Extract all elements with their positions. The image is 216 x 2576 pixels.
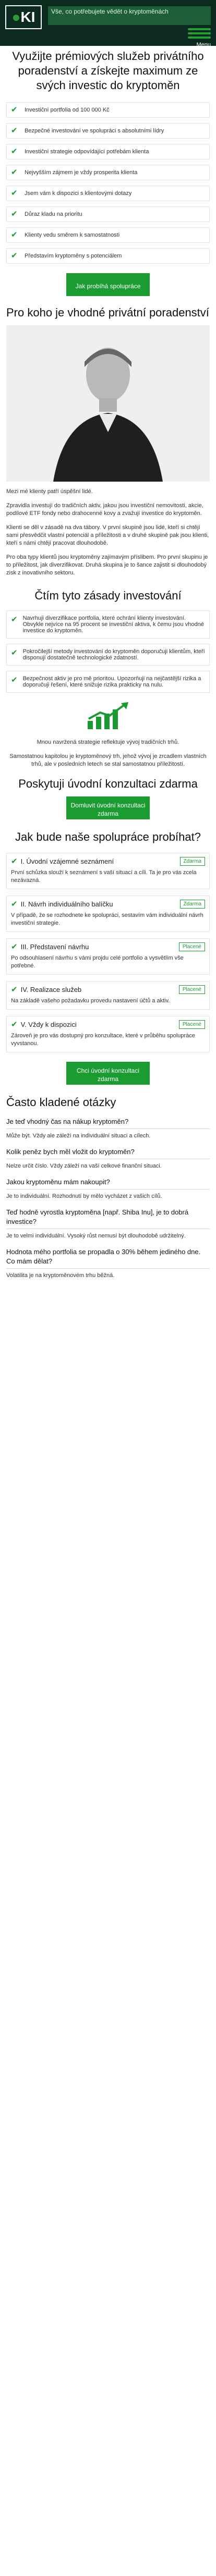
benefit-item: ✔ Jsem vám k dispozici s klientovými dota… <box>6 186 210 201</box>
cooperation-step: ✔ II. Návrh individuálního balíčku Zdarma … <box>6 896 210 932</box>
benefit-item: ✔ Klienty vedu směrem k samostatnosti <box>6 227 210 243</box>
book-consultation-button[interactable]: Domluvit úvodní konzultaci zdarma <box>66 796 150 819</box>
step-badge: Zdarma <box>179 856 205 866</box>
check-circle-icon: ✔ <box>11 1020 18 1029</box>
check-circle-icon: ✔ <box>11 105 18 114</box>
menu-bar-icon <box>188 36 211 39</box>
faq-question[interactable]: Kolik peněz bych měl vložit do kryptoměn… <box>6 1145 210 1159</box>
consultation-title: Poskytuji úvodní konzultaci zdarma <box>18 777 198 790</box>
faq-answer: Nelze určit číslo. Vždy záleží na vaší c… <box>6 1163 162 1169</box>
logo-text: KI <box>20 9 35 25</box>
step-badge: Placené <box>178 985 205 994</box>
step-text: V případě, že se rozhodnete ke spoluprác… <box>11 912 203 926</box>
check-circle-icon: ✔ <box>11 230 18 239</box>
check-circle-icon: ✔ <box>11 676 18 684</box>
consultation-section: Poskytuji úvodní konzultaci zdarma Domlu… <box>0 777 216 819</box>
logo[interactable]: ●KI <box>5 5 42 29</box>
step-header: ✔ III. Představení návrhu Placené <box>7 939 209 954</box>
faq-answer: Je to individuální. Rozhodnutí by mělo v… <box>6 1193 162 1199</box>
principles-section: Čtím tyto zásady investování ✔ Navrhuji d… <box>0 588 216 768</box>
benefit-item: ✔ Důraz kladu na prioritu <box>6 206 210 222</box>
check-circle-icon: ✔ <box>11 168 18 177</box>
intro-caption: Mezi mé klienty patří úspěšní lidé. <box>6 488 93 495</box>
check-circle-icon: ✔ <box>11 126 18 135</box>
site-header: ●KI Vše, co potřebujete vědět o kryptomě… <box>0 0 216 48</box>
check-circle-icon: ✔ <box>11 942 18 951</box>
principles-note: Mnou navržená strategie reflektuje vývoj… <box>37 739 179 745</box>
principle-item: ✔ Bezpečnost aktiv je pro mě prioritou. U… <box>6 671 210 693</box>
step-text: Na základě vašeho požadavku provedu nast… <box>11 998 170 1004</box>
cooperation-section: Jak bude naše spolupráce probíhat? ✔ I. Ú… <box>0 830 216 1085</box>
check-circle-icon: ✔ <box>11 985 18 994</box>
principles-note: Samostatnou kapitolou je kryptoměnový tr… <box>9 753 207 767</box>
faq-section: Často kladené otázky Je teď vhodný čas n… <box>0 1095 216 1280</box>
benefits-list: ✔ Investiční portfolia od 100 000 Kč ✔ Bez… <box>6 102 210 264</box>
check-circle-icon: ✔ <box>11 147 18 156</box>
faq-item[interactable]: Jakou kryptoměnu mám nakoupit? Je to ind… <box>6 1175 210 1200</box>
cooperation-step: ✔ V. Vždy k dispozici Placené Zároveň je p… <box>6 1016 210 1052</box>
faq-question[interactable]: Je teď vhodný čas na nákup kryptoměn? <box>6 1115 210 1129</box>
check-circle-icon: ✔ <box>11 210 18 218</box>
faq-title: Často kladené otázky <box>6 1096 116 1109</box>
benefit-item: ✔ Představím kryptoměny s potenciálem <box>6 248 210 264</box>
step-header: ✔ II. Návrh individuálního balíčku Zdarma <box>7 896 209 912</box>
faq-item[interactable]: Je teď vhodný čas na nákup kryptoměn? Mů… <box>6 1115 210 1140</box>
step-badge: Zdarma <box>179 899 205 909</box>
step-header: ✔ I. Úvodní vzájemné seznámení Zdarma <box>7 853 209 869</box>
step-badge: Placené <box>178 942 205 951</box>
cooperation-step: ✔ III. Představení návrhu Placené Po odsou… <box>6 938 210 975</box>
check-circle-icon: ✔ <box>11 648 18 657</box>
intro-section: Pro koho je vhodné privátní poradenství … <box>0 305 216 577</box>
principles-title: Čtím tyto zásady investování <box>34 589 182 602</box>
hero-section: Využijte prémiových služeb privátního po… <box>0 46 216 93</box>
portrait-photo <box>6 325 210 482</box>
header-tagline: Vše, co potřebujete vědět o kryptoměnách <box>48 6 211 25</box>
faq-question[interactable]: Jakou kryptoměnu mám nakoupit? <box>6 1175 210 1189</box>
cooperation-step: ✔ IV. Realizace služeb Placené Na základě … <box>6 981 210 1010</box>
cooperation-title: Jak bude naše spolupráce probíhat? <box>15 830 201 843</box>
faq-answer: Je to velmi individuální. Vysoký růst ne… <box>6 1233 186 1239</box>
benefit-item: ✔ Bezpečné investování ve spolupráci s ab… <box>6 123 210 139</box>
check-circle-icon: ✔ <box>11 251 18 260</box>
benefit-item: ✔ Nejvyšším zájmem je vždy prosperita kli… <box>6 165 210 180</box>
free-consultation-button[interactable]: Chci úvodní konzultaci zdarma <box>66 1062 150 1085</box>
check-circle-icon: ✔ <box>11 189 18 198</box>
check-circle-icon: ✔ <box>11 615 18 624</box>
cooperation-step: ✔ I. Úvodní vzájemné seznámení Zdarma Prvn… <box>6 853 210 889</box>
step-header: ✔ IV. Realizace služeb Placené <box>7 982 209 997</box>
step-text: Po odsouhlasení návrhu s vámi projdu cel… <box>11 955 184 969</box>
menu-label[interactable]: Menu <box>196 42 211 48</box>
faq-question[interactable]: Hodnota mého portfolia se propadla o 30%… <box>6 1245 210 1269</box>
intro-title: Pro koho je vhodné privátní poradenství <box>6 306 209 319</box>
faq-item[interactable]: Hodnota mého portfolia se propadla o 30%… <box>6 1245 210 1280</box>
faq-question[interactable]: Teď hodně vyrostla kryptoměna [např. Shi… <box>6 1206 210 1229</box>
step-text: První schůzka slouží k seznámení s vaší … <box>11 869 197 884</box>
benefit-item: ✔ Investiční strategie odpovídající potře… <box>6 144 210 160</box>
menu-bar-icon <box>188 32 211 34</box>
step-header: ✔ V. Vždy k dispozici Placené <box>7 1016 209 1032</box>
benefit-item: ✔ Investiční portfolia od 100 000 Kč <box>6 102 210 118</box>
principle-item: ✔ Pokročilejší metody investování do kryp… <box>6 644 210 666</box>
step-text: Zároveň je pro vás dostupný pro konzulta… <box>11 1033 195 1047</box>
check-circle-icon: ✔ <box>11 857 18 866</box>
principles-list: ✔ Navrhuji diverzifikace portfolia, které… <box>6 610 210 693</box>
faq-item[interactable]: Teď hodně vyrostla kryptoměna [např. Shi… <box>6 1206 210 1240</box>
faq-answer: Volatilita je na kryptoměnovém trhu běžn… <box>6 1272 115 1279</box>
menu-bar-icon <box>188 28 211 30</box>
check-circle-icon: ✔ <box>11 900 18 909</box>
intro-paragraph: Klienti se děl v zásadě na dva tábory. V… <box>6 524 209 546</box>
intro-paragraph: Zpravidla investují do tradičních aktiv,… <box>6 502 203 517</box>
how-cooperation-works-button[interactable]: Jak probíhá spolupráce <box>66 273 150 296</box>
hero-title: Využijte prémiových služeb privátního po… <box>12 50 204 92</box>
growth-chart-icon <box>85 701 131 732</box>
principle-item: ✔ Navrhuji diverzifikace portfolia, které… <box>6 610 210 639</box>
faq-answer: Může být. Vždy ale záleží na individuáln… <box>6 1133 151 1139</box>
faq-item[interactable]: Kolik peněz bych měl vložit do kryptoměn… <box>6 1145 210 1170</box>
intro-paragraph: Pro oba typy klientů jsou kryptoměny zaj… <box>6 554 208 576</box>
step-badge: Placené <box>178 1020 205 1029</box>
